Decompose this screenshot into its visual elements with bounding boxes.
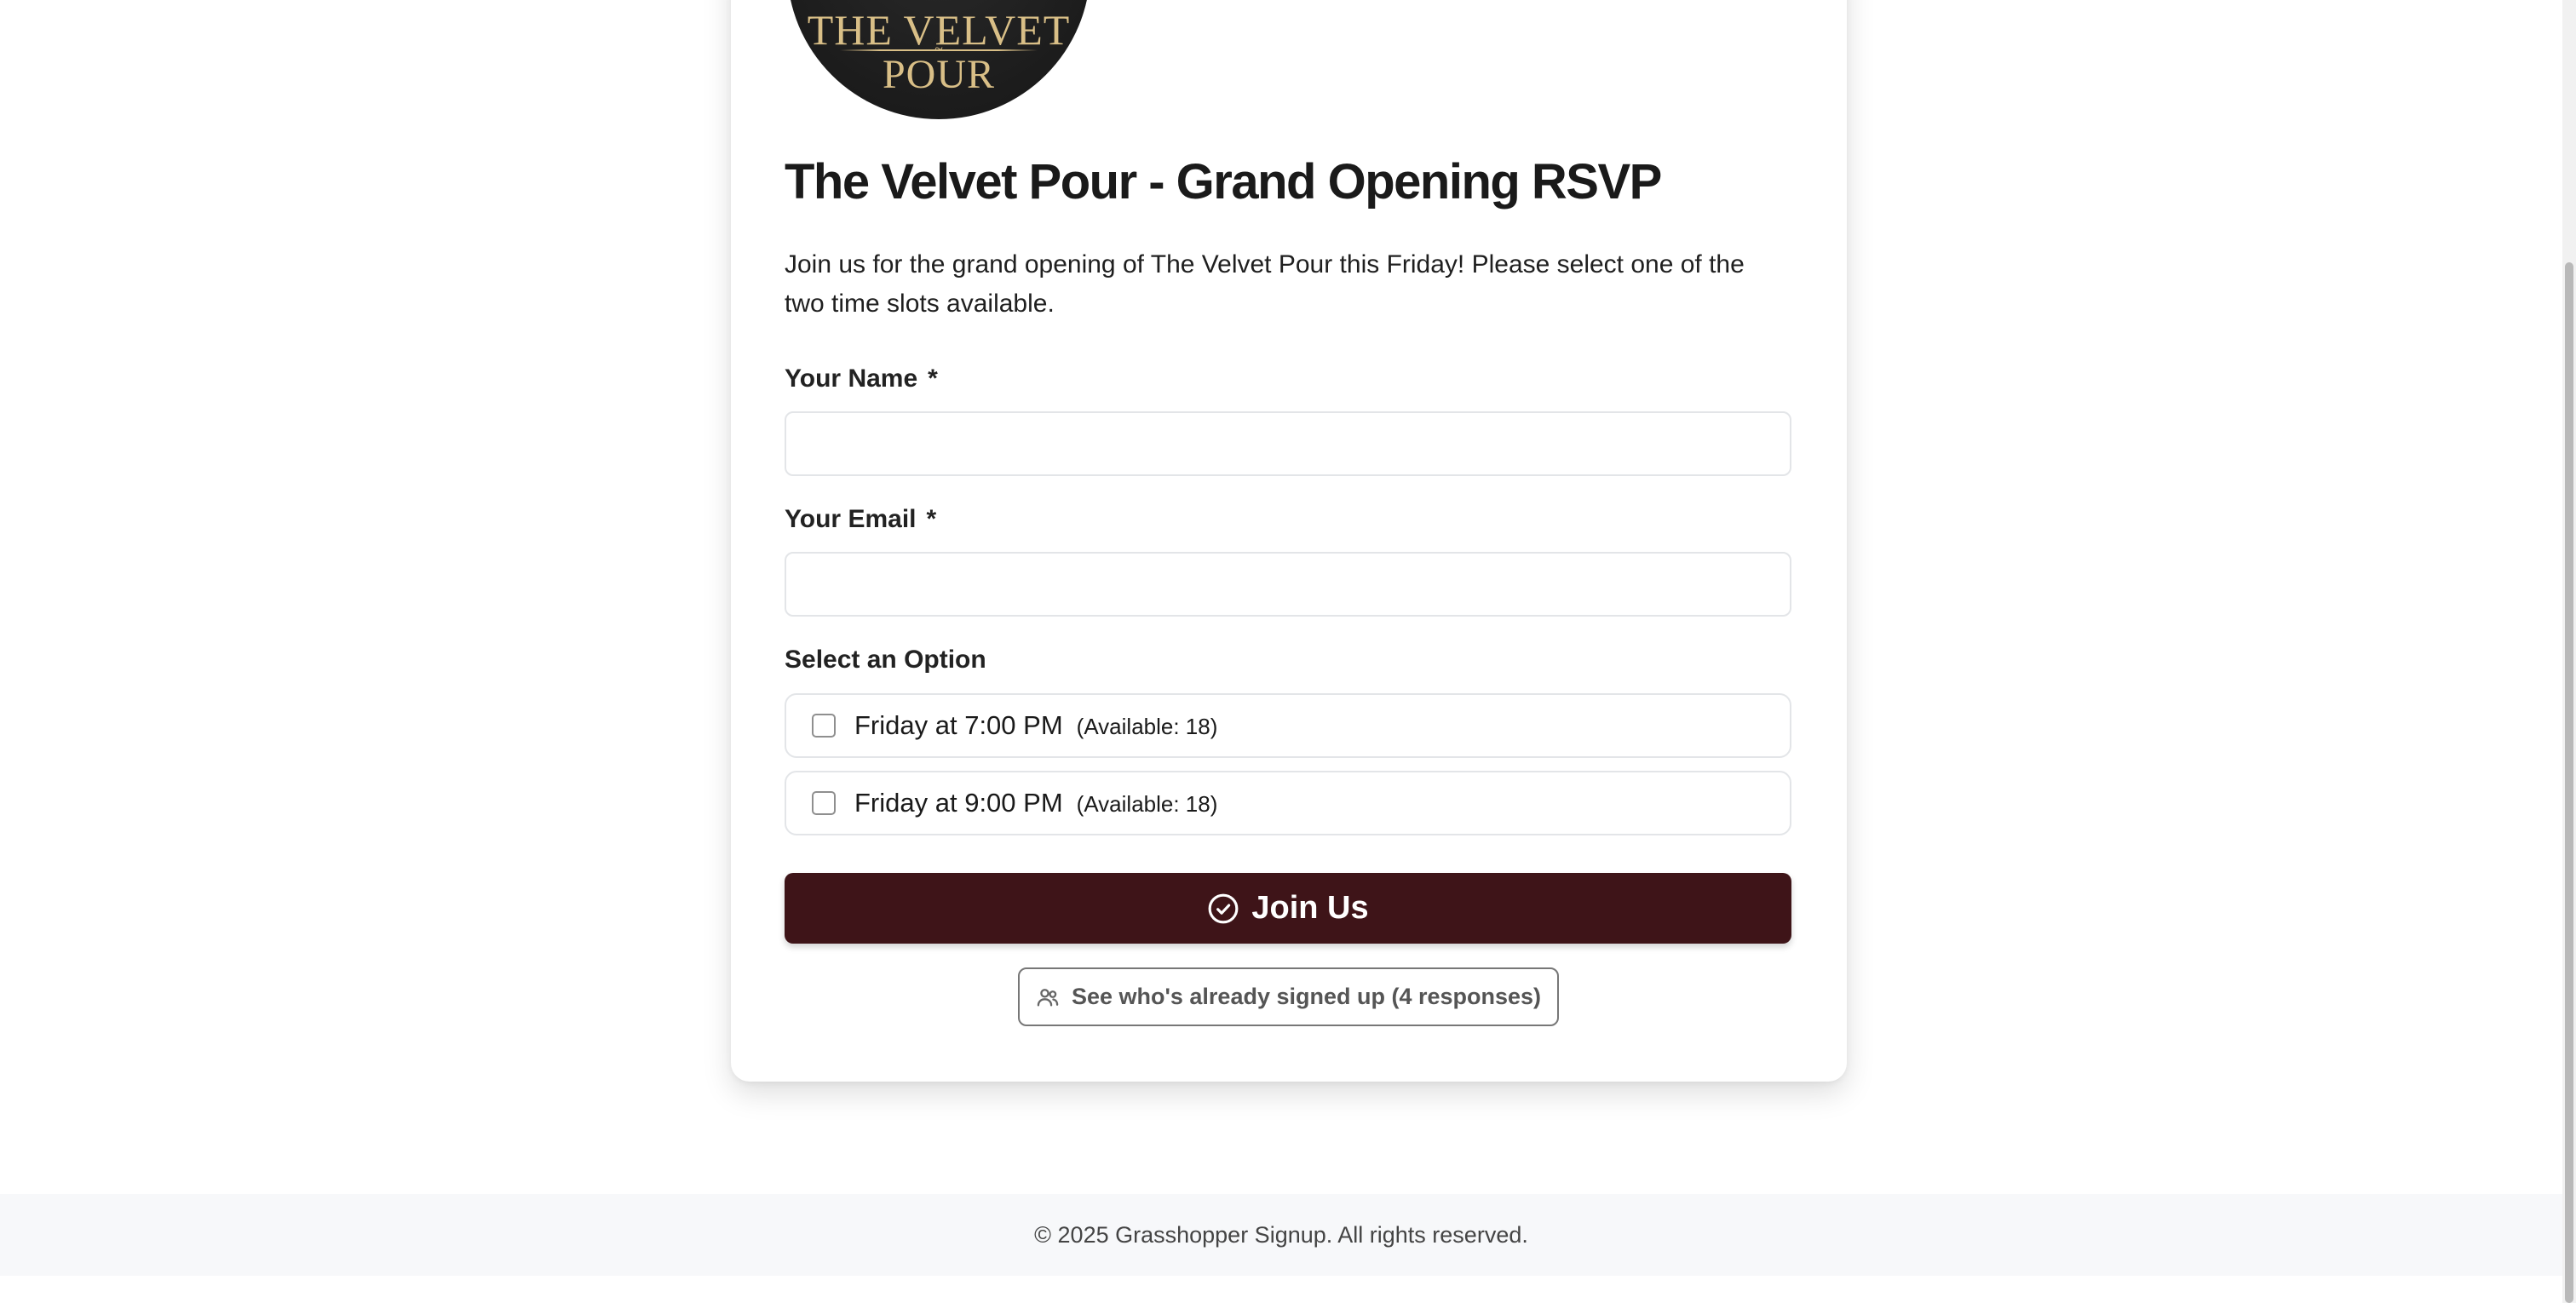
see-responses-button[interactable]: See who's already signed up (4 responses… bbox=[1018, 967, 1559, 1026]
page-footer: © 2025 Grasshopper Signup. All rights re… bbox=[0, 1194, 2562, 1276]
option-friday-9pm[interactable]: Friday at 9:00 PM (Available: 18) bbox=[785, 771, 1791, 835]
vertical-scrollbar[interactable] bbox=[2562, 0, 2576, 1303]
option-label: Friday at 7:00 PM (Available: 18) bbox=[854, 710, 1217, 741]
see-responses-label: See who's already signed up (4 responses… bbox=[1071, 984, 1542, 1009]
option-time: Friday at 9:00 PM bbox=[854, 788, 1063, 818]
check-circle-icon bbox=[1208, 893, 1239, 923]
name-label-text: Your Name bbox=[785, 364, 918, 393]
email-input[interactable] bbox=[785, 552, 1791, 617]
option-time: Friday at 7:00 PM bbox=[854, 710, 1063, 740]
page-title: The Velvet Pour - Grand Opening RSVP bbox=[785, 154, 1662, 210]
option-friday-7pm[interactable]: Friday at 7:00 PM (Available: 18) bbox=[785, 693, 1791, 758]
option-availability: (Available: 18) bbox=[1076, 791, 1218, 817]
logo-text-line2: POUR bbox=[882, 52, 996, 97]
email-label: Your Email * bbox=[785, 505, 936, 534]
option-label: Friday at 9:00 PM (Available: 18) bbox=[854, 788, 1217, 818]
required-marker: * bbox=[928, 364, 938, 393]
scrollbar-thumb[interactable] bbox=[2565, 262, 2573, 1303]
name-label: Your Name * bbox=[785, 364, 938, 393]
join-us-label: Join Us bbox=[1251, 890, 1369, 926]
required-marker: * bbox=[926, 505, 937, 533]
event-description: Join us for the grand opening of The Vel… bbox=[785, 250, 1745, 318]
option-availability: (Available: 18) bbox=[1076, 714, 1218, 739]
option-checkbox[interactable] bbox=[812, 791, 836, 815]
name-input[interactable] bbox=[785, 411, 1791, 476]
users-icon bbox=[1037, 988, 1059, 1006]
options-label: Select an Option bbox=[785, 646, 986, 674]
page-viewport: THE VELVET ~ POUR The Velvet Pour - Gran… bbox=[0, 0, 2562, 1303]
option-checkbox[interactable] bbox=[812, 714, 836, 738]
footer-copyright: © 2025 Grasshopper Signup. All rights re… bbox=[1034, 1221, 1528, 1248]
email-label-text: Your Email bbox=[785, 505, 917, 533]
join-us-button[interactable]: Join Us bbox=[785, 873, 1791, 944]
